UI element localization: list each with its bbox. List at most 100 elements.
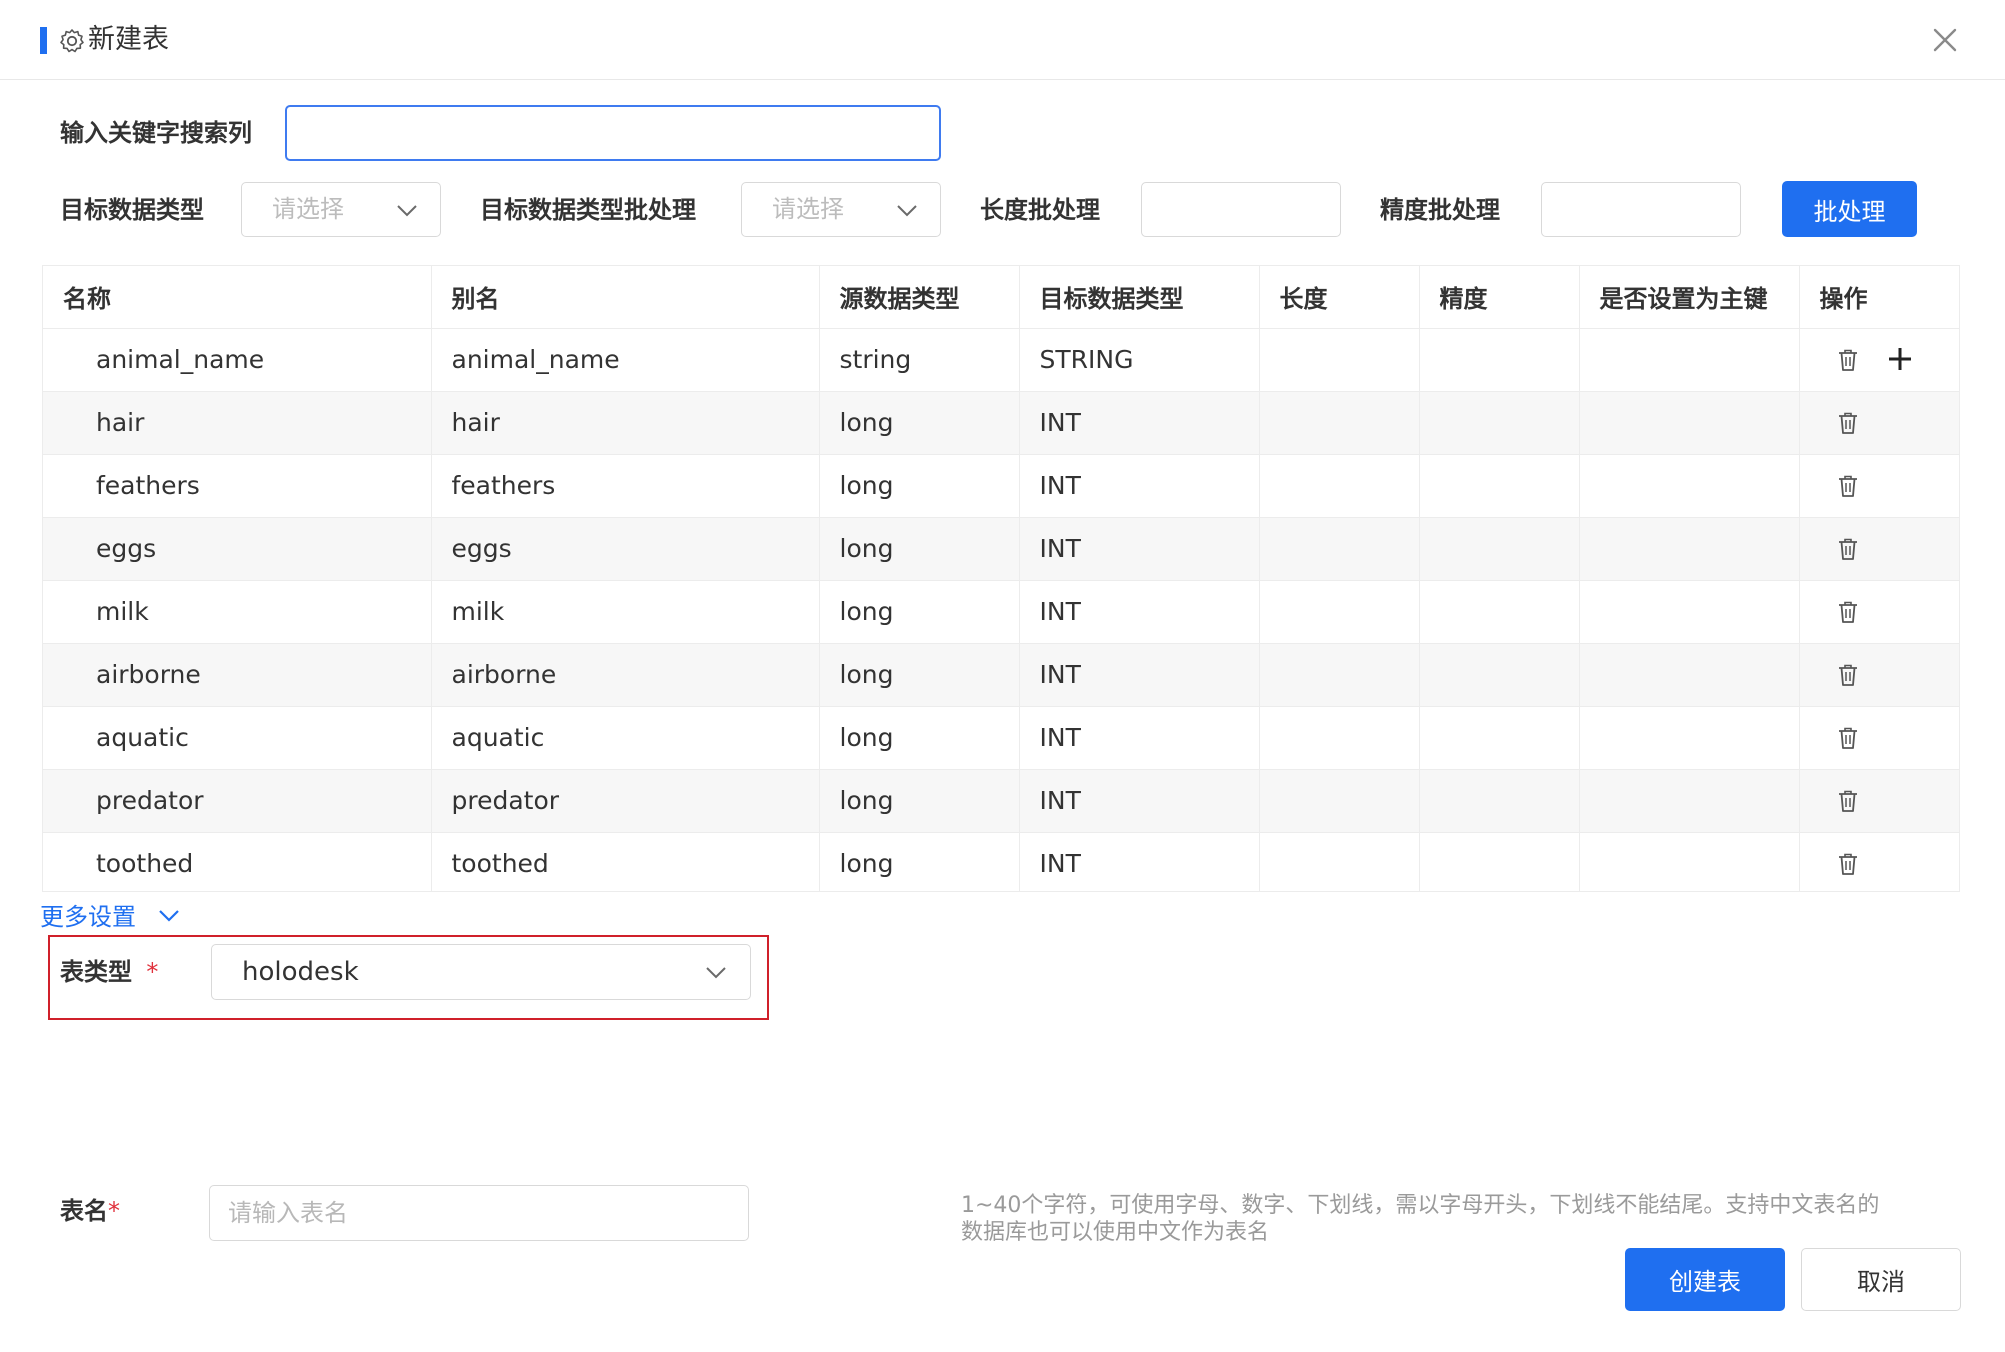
cell-source-type: long xyxy=(819,832,1020,891)
table-row: animal_name animal_name string STRING xyxy=(43,328,1959,392)
cell-primary-key[interactable] xyxy=(1579,517,1800,581)
cell-primary-key[interactable] xyxy=(1579,454,1800,518)
cell-length[interactable] xyxy=(1259,391,1420,455)
cell-name: toothed xyxy=(43,832,432,891)
table-name-label: 表名* xyxy=(60,1195,120,1227)
col-header-target-type: 目标数据类型 xyxy=(1019,266,1260,329)
cell-alias[interactable]: milk xyxy=(431,580,820,644)
table-name-hint-line2: 数据库也可以使用中文作为表名 xyxy=(961,1220,1270,1245)
cell-primary-key[interactable] xyxy=(1579,328,1800,392)
row-actions xyxy=(1800,455,1960,517)
cell-length[interactable] xyxy=(1259,454,1420,518)
trash-icon[interactable] xyxy=(1835,725,1861,751)
close-icon[interactable] xyxy=(1929,24,1961,56)
cell-target-type[interactable]: INT xyxy=(1019,517,1260,581)
cell-target-type[interactable]: INT xyxy=(1019,769,1260,833)
target-type-placeholder: 请选择 xyxy=(272,195,344,223)
trash-icon[interactable] xyxy=(1835,851,1861,877)
length-batch-input[interactable] xyxy=(1141,182,1341,237)
cell-alias[interactable]: aquatic xyxy=(431,706,820,770)
cell-actions xyxy=(1799,769,1959,833)
cell-primary-key[interactable] xyxy=(1579,643,1800,707)
cell-target-type[interactable]: INT xyxy=(1019,643,1260,707)
cell-alias[interactable]: feathers xyxy=(431,454,820,518)
target-type-batch-label: 目标数据类型批处理 xyxy=(480,196,696,224)
cell-alias[interactable]: hair xyxy=(431,391,820,455)
cell-length[interactable] xyxy=(1259,832,1420,891)
precision-batch-input[interactable] xyxy=(1541,182,1741,237)
trash-icon[interactable] xyxy=(1835,410,1861,436)
cell-precision[interactable] xyxy=(1419,580,1580,644)
cell-actions xyxy=(1799,517,1960,581)
trash-icon[interactable] xyxy=(1835,473,1861,499)
cell-length[interactable] xyxy=(1259,580,1420,644)
cell-precision[interactable] xyxy=(1419,643,1580,707)
cell-precision[interactable] xyxy=(1419,391,1580,455)
cell-name: airborne xyxy=(43,643,432,707)
cell-precision[interactable] xyxy=(1419,454,1580,518)
trash-icon[interactable] xyxy=(1835,662,1861,688)
cell-alias[interactable]: airborne xyxy=(431,643,820,707)
cell-alias[interactable]: toothed xyxy=(431,832,820,891)
target-type-batch-placeholder: 请选择 xyxy=(772,195,844,223)
table-row: hair hair long INT xyxy=(43,391,1959,455)
cell-precision[interactable] xyxy=(1419,328,1580,392)
cell-primary-key[interactable] xyxy=(1579,769,1800,833)
table-row: eggs eggs long INT xyxy=(43,517,1960,581)
plus-icon[interactable] xyxy=(1886,345,1914,373)
cell-precision[interactable] xyxy=(1419,832,1580,891)
cell-target-type[interactable]: INT xyxy=(1019,832,1260,891)
table-name-hint-line1: 1~40个字符，可使用字母、数字、下划线，需以字母开头，下划线不能结尾。支持中文… xyxy=(961,1193,1880,1218)
precision-batch-label: 精度批处理 xyxy=(1380,196,1500,224)
required-mark: * xyxy=(146,958,159,986)
cell-actions xyxy=(1799,328,1959,392)
cell-length[interactable] xyxy=(1259,706,1420,770)
cell-alias[interactable]: predator xyxy=(431,769,820,833)
cell-primary-key[interactable] xyxy=(1579,706,1800,770)
col-header-actions: 操作 xyxy=(1799,266,1959,329)
create-table-button[interactable]: 创建表 xyxy=(1625,1248,1785,1311)
table-name-input[interactable] xyxy=(209,1185,749,1241)
cell-target-type[interactable]: INT xyxy=(1019,580,1260,644)
cell-primary-key[interactable] xyxy=(1579,580,1800,644)
cell-target-type[interactable]: INT xyxy=(1019,454,1260,518)
cell-length[interactable] xyxy=(1259,769,1420,833)
cell-alias[interactable]: animal_name xyxy=(431,328,820,392)
target-type-select[interactable]: 请选择 xyxy=(241,182,441,237)
row-actions xyxy=(1800,518,1960,580)
length-batch-label: 长度批处理 xyxy=(980,196,1100,224)
cell-precision[interactable] xyxy=(1419,769,1580,833)
trash-icon[interactable] xyxy=(1835,536,1861,562)
more-settings-link[interactable]: 更多设置 xyxy=(40,901,136,933)
cell-length[interactable] xyxy=(1259,643,1420,707)
trash-icon[interactable] xyxy=(1835,347,1861,373)
chevron-down-icon[interactable] xyxy=(157,908,181,924)
table-type-select[interactable]: holodesk xyxy=(211,944,751,1000)
cell-precision[interactable] xyxy=(1419,706,1580,770)
trash-icon[interactable] xyxy=(1835,788,1861,814)
col-header-precision: 精度 xyxy=(1419,266,1580,329)
cell-target-type[interactable]: INT xyxy=(1019,706,1260,770)
trash-icon[interactable] xyxy=(1835,599,1861,625)
cancel-button[interactable]: 取消 xyxy=(1801,1248,1961,1311)
cell-length[interactable] xyxy=(1259,328,1420,392)
table-row: aquatic aquatic long INT xyxy=(43,706,1959,770)
row-actions xyxy=(1800,581,1960,643)
col-header-length: 长度 xyxy=(1259,266,1420,329)
table-row: toothed toothed long INT xyxy=(43,832,1960,892)
cell-primary-key[interactable] xyxy=(1579,832,1800,891)
settings-gear-icon xyxy=(60,29,84,53)
cell-actions xyxy=(1799,580,1960,644)
table-name-hint: 1~40个字符，可使用字母、数字、下划线，需以字母开头，下划线不能结尾。支持中文… xyxy=(961,1192,1961,1246)
target-type-batch-select[interactable]: 请选择 xyxy=(741,182,941,237)
row-actions xyxy=(1800,833,1960,892)
cell-precision[interactable] xyxy=(1419,517,1580,581)
column-search-input[interactable] xyxy=(285,105,941,161)
cell-target-type[interactable]: STRING xyxy=(1019,328,1260,392)
cell-name: milk xyxy=(43,580,432,644)
cell-length[interactable] xyxy=(1259,517,1420,581)
cell-alias[interactable]: eggs xyxy=(431,517,820,581)
cell-target-type[interactable]: INT xyxy=(1019,391,1260,455)
cell-primary-key[interactable] xyxy=(1579,391,1800,455)
batch-process-button[interactable]: 批处理 xyxy=(1782,181,1917,237)
